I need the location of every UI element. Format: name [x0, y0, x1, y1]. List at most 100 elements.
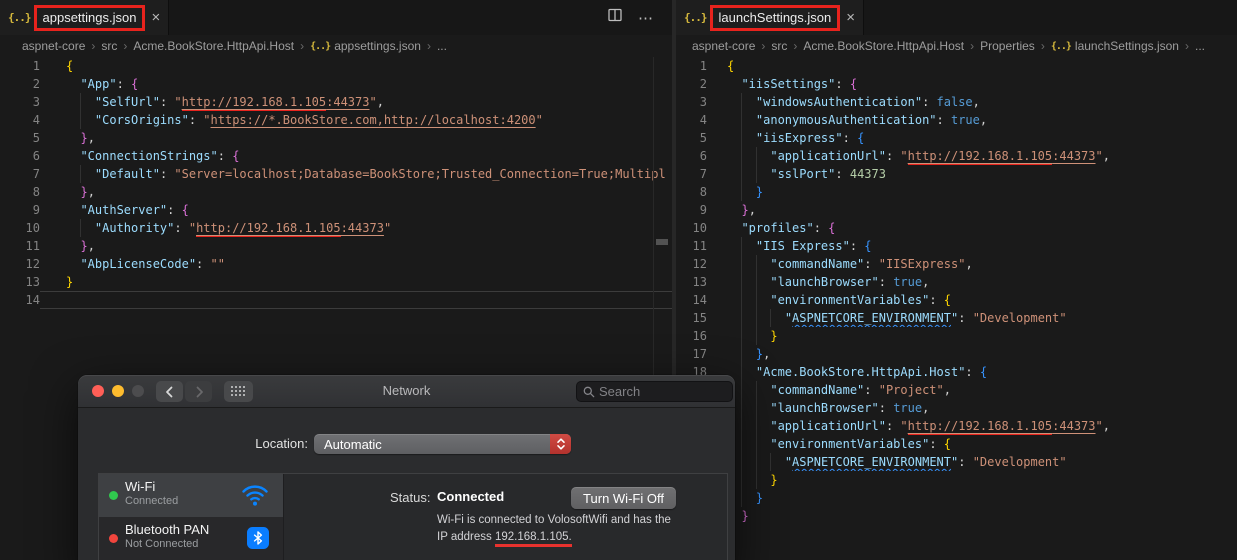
- line-number: 8: [32, 185, 40, 199]
- breadcrumb-item[interactable]: appsettings.json: [334, 39, 421, 53]
- tab-bar-right: {..} launchSettings.json ×: [676, 0, 1237, 35]
- service-list: Wi-Fi Connected Bluetooth PAN Not Connec…: [99, 474, 284, 560]
- code-line: 25 }: [676, 489, 1237, 507]
- network-content-box: Wi-Fi Connected Bluetooth PAN Not Connec…: [98, 473, 728, 560]
- code-line: 14 "environmentVariables": {: [676, 291, 1237, 309]
- close-icon[interactable]: ×: [846, 9, 855, 26]
- ip-address: 192.168.1.105.: [494, 531, 572, 547]
- breadcrumb-separator: ›: [91, 39, 96, 53]
- line-number: 11: [692, 239, 707, 253]
- service-detail-panel: Status: Connected Turn Wi-Fi Off Wi-Fi i…: [284, 474, 727, 560]
- breadcrumb-separator: ›: [970, 39, 975, 53]
- line-number: 1: [32, 59, 40, 73]
- tab-launchsettings[interactable]: {..} launchSettings.json ×: [676, 0, 865, 35]
- code-line: 22 "environmentVariables": {: [676, 435, 1237, 453]
- code-line: 18 "Acme.BookStore.HttpApi.Host": {: [676, 363, 1237, 381]
- tab-appsettings[interactable]: {..} appsettings.json ×: [0, 0, 170, 35]
- annotation-box: launchSettings.json: [709, 4, 841, 31]
- more-actions-icon[interactable]: ⋯: [638, 9, 654, 27]
- code-line: 17 },: [676, 345, 1237, 363]
- location-select[interactable]: Automatic: [314, 434, 571, 454]
- breadcrumb-item[interactable]: src: [771, 39, 787, 53]
- search-placeholder: Search: [599, 384, 641, 399]
- location-value: Automatic: [324, 436, 382, 452]
- code-line: 16 }: [676, 327, 1237, 345]
- code-editor[interactable]: 1{2 "App": {3 "SelfUrl": "http://192.168…: [0, 57, 672, 309]
- code-line: 1{: [676, 57, 1237, 75]
- line-number: 1: [699, 59, 707, 73]
- screen: {..} appsettings.json × ⋯ aspnet-core › sr…: [0, 0, 1237, 560]
- breadcrumb-separator: ›: [426, 39, 431, 53]
- select-stepper-icon: [550, 434, 571, 454]
- status-label: Status:: [390, 490, 431, 505]
- code-line: 8 },: [0, 183, 672, 201]
- service-row-wifi[interactable]: Wi-Fi Connected: [99, 474, 283, 517]
- connection-description: Wi-Fi is connected to VolosoftWifi and h…: [437, 512, 671, 547]
- line-number: 16: [692, 329, 707, 343]
- code-line: 26 }: [676, 507, 1237, 525]
- code-line: 23 "ASPNETCORE_ENVIRONMENT": "Developmen…: [676, 453, 1237, 471]
- code-line: 7 "Default": "Server=localhost;Database=…: [0, 165, 672, 183]
- code-editor[interactable]: 1{2 "iisSettings": {3 "windowsAuthentica…: [676, 57, 1237, 525]
- breadcrumb-separator: ›: [1040, 39, 1045, 53]
- code-line: 13}: [0, 273, 672, 291]
- line-number: 14: [25, 293, 40, 307]
- code-line: 3 "SelfUrl": "http://192.168.1.105:44373…: [0, 93, 672, 111]
- breadcrumb-item[interactable]: aspnet-core: [22, 39, 85, 53]
- description-line1: Wi-Fi is connected to VolosoftWifi and h…: [437, 514, 671, 526]
- line-number: 7: [32, 167, 40, 181]
- line-number: 12: [692, 257, 707, 271]
- split-editor-icon[interactable]: [608, 8, 622, 27]
- breadcrumb-item[interactable]: ...: [1195, 39, 1205, 53]
- search-input[interactable]: Search: [576, 381, 733, 402]
- code-line: 10 "Authority": "http://192.168.1.105:44…: [0, 219, 672, 237]
- line-number: 4: [32, 113, 40, 127]
- line-number: 9: [699, 203, 707, 217]
- bluetooth-icon: [247, 527, 269, 549]
- turn-wifi-off-button[interactable]: Turn Wi-Fi Off: [571, 487, 676, 509]
- code-line: 2 "App": {: [0, 75, 672, 93]
- code-line: 12 "AbpLicenseCode": "": [0, 255, 672, 273]
- line-number: 13: [25, 275, 40, 289]
- annotation-box: appsettings.json: [33, 4, 146, 31]
- json-file-icon: {..}: [1050, 40, 1072, 52]
- service-row-bluetooth-pan[interactable]: Bluetooth PAN Not Connected: [99, 517, 283, 560]
- editor-pane-right: {..} launchSettings.json × aspnet-core › s…: [676, 0, 1237, 560]
- code-line: 11 },: [0, 237, 672, 255]
- editor-actions: ⋯: [608, 0, 654, 35]
- line-number: 3: [32, 95, 40, 109]
- code-line: 20 "launchBrowser": true,: [676, 399, 1237, 417]
- code-line: 24 }: [676, 471, 1237, 489]
- breadcrumb-item[interactable]: aspnet-core: [692, 39, 755, 53]
- code-line: 10 "profiles": {: [676, 219, 1237, 237]
- line-number: 5: [32, 131, 40, 145]
- window-titlebar[interactable]: Network Search: [78, 375, 735, 408]
- location-label: Location:: [255, 436, 308, 451]
- code-line: 5 },: [0, 129, 672, 147]
- close-icon[interactable]: ×: [151, 9, 160, 26]
- code-line: 7 "sslPort": 44373: [676, 165, 1237, 183]
- tab-label: appsettings.json: [42, 9, 137, 25]
- line-number: 17: [692, 347, 707, 361]
- breadcrumb-item[interactable]: Properties: [980, 39, 1035, 53]
- breadcrumb-item[interactable]: launchSettings.json: [1075, 39, 1179, 53]
- breadcrumb-item[interactable]: Acme.BookStore.HttpApi.Host: [803, 39, 964, 53]
- line-number: 2: [32, 77, 40, 91]
- line-number: 5: [699, 131, 707, 145]
- code-line: 1{: [0, 57, 672, 75]
- code-line: 13 "launchBrowser": true,: [676, 273, 1237, 291]
- line-number: 14: [692, 293, 707, 307]
- code-line: 6 "ConnectionStrings": {: [0, 147, 672, 165]
- status-dot-green: [109, 491, 118, 500]
- tab-bar-left: {..} appsettings.json × ⋯: [0, 0, 672, 35]
- breadcrumb-item[interactable]: ...: [437, 39, 447, 53]
- code-line: 12 "commandName": "IISExpress",: [676, 255, 1237, 273]
- scrollbar-thumb[interactable]: [656, 239, 668, 245]
- breadcrumb-item[interactable]: Acme.BookStore.HttpApi.Host: [133, 39, 294, 53]
- description-line2: IP address 192.168.1.105.: [437, 529, 671, 547]
- status-dot-red: [109, 534, 118, 543]
- json-file-icon: {..}: [684, 11, 707, 24]
- breadcrumb-item[interactable]: src: [101, 39, 117, 53]
- code-line: 9 },: [676, 201, 1237, 219]
- code-line: 6 "applicationUrl": "http://192.168.1.10…: [676, 147, 1237, 165]
